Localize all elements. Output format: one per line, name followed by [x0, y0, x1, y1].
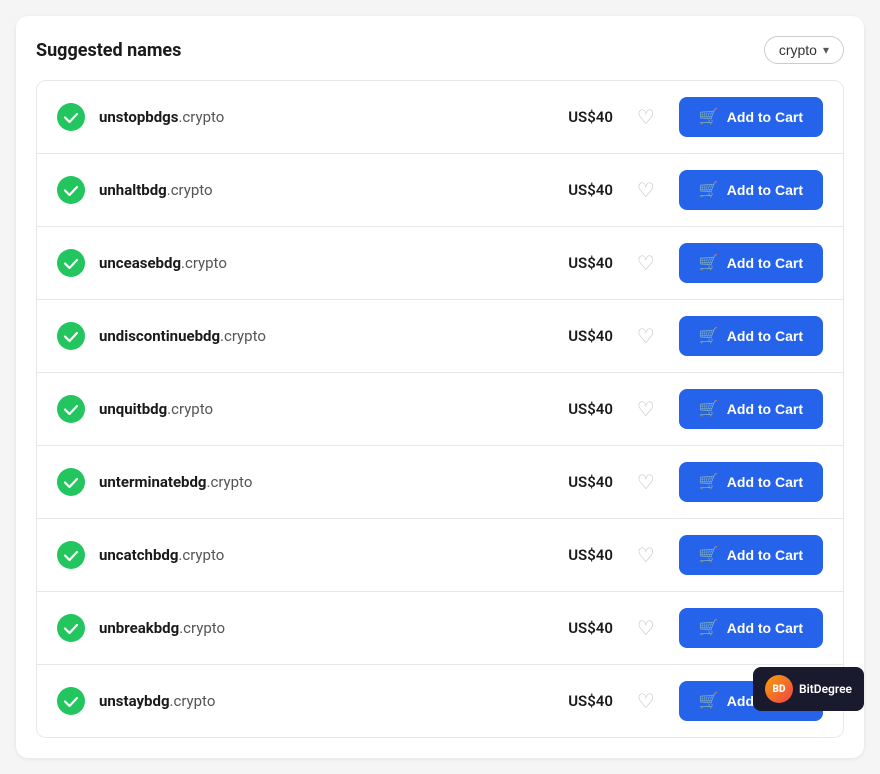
- add-to-cart-label: Add to Cart: [727, 620, 803, 636]
- bitdegree-logo: BD: [765, 675, 793, 703]
- check-icon: [57, 322, 85, 350]
- add-to-cart-button[interactable]: 🛒 Add to Cart: [679, 608, 823, 648]
- check-icon: [57, 541, 85, 569]
- check-icon: [57, 468, 85, 496]
- domain-name: undiscontinuebdg.crypto: [99, 327, 539, 345]
- domain-row: unstaybdg.crypto US$40♡ 🛒 Add to Cart: [37, 665, 843, 737]
- add-to-cart-label: Add to Cart: [727, 255, 803, 271]
- add-to-cart-button[interactable]: 🛒 Add to Cart: [679, 316, 823, 356]
- check-icon: [57, 687, 85, 715]
- add-to-cart-button[interactable]: 🛒 Add to Cart: [679, 97, 823, 137]
- add-to-cart-label: Add to Cart: [727, 328, 803, 344]
- cart-icon: 🛒: [699, 691, 719, 711]
- domain-price: US$40: [553, 546, 613, 564]
- wishlist-icon[interactable]: ♡: [637, 616, 655, 640]
- wishlist-icon[interactable]: ♡: [637, 105, 655, 129]
- domain-price: US$40: [553, 327, 613, 345]
- add-to-cart-label: Add to Cart: [727, 547, 803, 563]
- domain-tld: .crypto: [181, 254, 227, 272]
- cart-icon: 🛒: [699, 180, 719, 200]
- domain-name: unquitbdg.crypto: [99, 400, 539, 418]
- domain-base: unstaybdg: [99, 692, 170, 710]
- domain-base: uncatchbdg: [99, 546, 178, 564]
- domain-base: unhaltbdg: [99, 181, 167, 199]
- domain-tld: .crypto: [179, 619, 225, 637]
- domain-price: US$40: [553, 400, 613, 418]
- filter-dropdown[interactable]: crypto ▾: [764, 36, 844, 64]
- domain-name: unbreakbdg.crypto: [99, 619, 539, 637]
- domain-name: uncatchbdg.crypto: [99, 546, 539, 564]
- cart-icon: 🛒: [699, 472, 719, 492]
- add-to-cart-label: Add to Cart: [727, 109, 803, 125]
- domain-tld: .crypto: [167, 181, 213, 199]
- domain-name: unstopbdgs.crypto: [99, 108, 539, 126]
- domain-tld: .crypto: [220, 327, 266, 345]
- add-to-cart-button[interactable]: 🛒 Add to Cart: [679, 462, 823, 502]
- domain-row: unquitbdg.crypto US$40 ♡ 🛒 Add to Cart: [37, 373, 843, 446]
- domain-base: unbreakbdg: [99, 619, 179, 637]
- domain-base: unceasebdg: [99, 254, 181, 272]
- domain-base: undiscontinuebdg: [99, 327, 220, 345]
- domain-price: US$40: [553, 181, 613, 199]
- add-to-cart-label: Add to Cart: [727, 401, 803, 417]
- chevron-down-icon: ▾: [823, 43, 829, 57]
- cart-icon: 🛒: [699, 253, 719, 273]
- main-container: Suggested names crypto ▾ unstopbdgs.cryp…: [16, 16, 864, 758]
- domain-tld: .crypto: [167, 400, 213, 418]
- domain-name: unceasebdg.crypto: [99, 254, 539, 272]
- cart-icon: 🛒: [699, 399, 719, 419]
- domain-price: US$40: [553, 108, 613, 126]
- domain-row: unterminatebdg.crypto US$40 ♡ 🛒 Add to Ca…: [37, 446, 843, 519]
- add-to-cart-button[interactable]: 🛒 Add to Cart: [679, 389, 823, 429]
- domain-name: unterminatebdg.crypto: [99, 473, 539, 491]
- bitdegree-label: BitDegree: [799, 682, 852, 696]
- add-to-cart-label: Add to Cart: [727, 182, 803, 198]
- wishlist-icon[interactable]: ♡: [637, 470, 655, 494]
- filter-label: crypto: [779, 42, 817, 58]
- domain-row: unhaltbdg.crypto US$40 ♡ 🛒 Add to Cart: [37, 154, 843, 227]
- section-title: Suggested names: [36, 40, 181, 61]
- domain-row: unceasebdg.crypto US$40 ♡ 🛒 Add to Cart: [37, 227, 843, 300]
- domain-row: undiscontinuebdg.crypto US$40 ♡ 🛒 Add to …: [37, 300, 843, 373]
- check-icon: [57, 176, 85, 204]
- domain-base: unstopbdgs: [99, 108, 178, 126]
- cart-icon: 🛒: [699, 545, 719, 565]
- domain-name: unhaltbdg.crypto: [99, 181, 539, 199]
- domain-tld: .crypto: [178, 546, 224, 564]
- domain-row: uncatchbdg.crypto US$40 ♡ 🛒 Add to Cart: [37, 519, 843, 592]
- domain-price: US$40: [553, 692, 613, 710]
- cart-icon: 🛒: [699, 107, 719, 127]
- check-icon: [57, 395, 85, 423]
- add-to-cart-button[interactable]: 🛒 Add to Cart: [679, 535, 823, 575]
- wishlist-icon[interactable]: ♡: [637, 324, 655, 348]
- add-to-cart-label: Add to Cart: [727, 474, 803, 490]
- domain-price: US$40: [553, 619, 613, 637]
- wishlist-icon[interactable]: ♡: [637, 178, 655, 202]
- wishlist-icon[interactable]: ♡: [637, 251, 655, 275]
- wishlist-icon[interactable]: ♡: [637, 689, 655, 713]
- add-to-cart-button[interactable]: 🛒 Add to Cart: [679, 243, 823, 283]
- section-header: Suggested names crypto ▾: [36, 36, 844, 64]
- add-to-cart-button[interactable]: 🛒 Add to Cart: [679, 170, 823, 210]
- domain-tld: .crypto: [207, 473, 253, 491]
- wishlist-icon[interactable]: ♡: [637, 397, 655, 421]
- domain-name: unstaybdg.crypto: [99, 692, 539, 710]
- bitdegree-badge: BD BitDegree: [753, 667, 864, 711]
- domain-tld: .crypto: [178, 108, 224, 126]
- domain-row: unstopbdgs.crypto US$40 ♡ 🛒 Add to Cart: [37, 81, 843, 154]
- check-icon: [57, 103, 85, 131]
- wishlist-icon[interactable]: ♡: [637, 543, 655, 567]
- check-icon: [57, 249, 85, 277]
- check-icon: [57, 614, 85, 642]
- domain-price: US$40: [553, 473, 613, 491]
- domain-tld: .crypto: [170, 692, 216, 710]
- domain-price: US$40: [553, 254, 613, 272]
- cart-icon: 🛒: [699, 618, 719, 638]
- cart-icon: 🛒: [699, 326, 719, 346]
- domain-row: unbreakbdg.crypto US$40 ♡ 🛒 Add to Cart: [37, 592, 843, 665]
- domain-base: unterminatebdg: [99, 473, 207, 491]
- domain-list: unstopbdgs.crypto US$40♡ 🛒 Add to Cart u…: [36, 80, 844, 738]
- domain-base: unquitbdg: [99, 400, 167, 418]
